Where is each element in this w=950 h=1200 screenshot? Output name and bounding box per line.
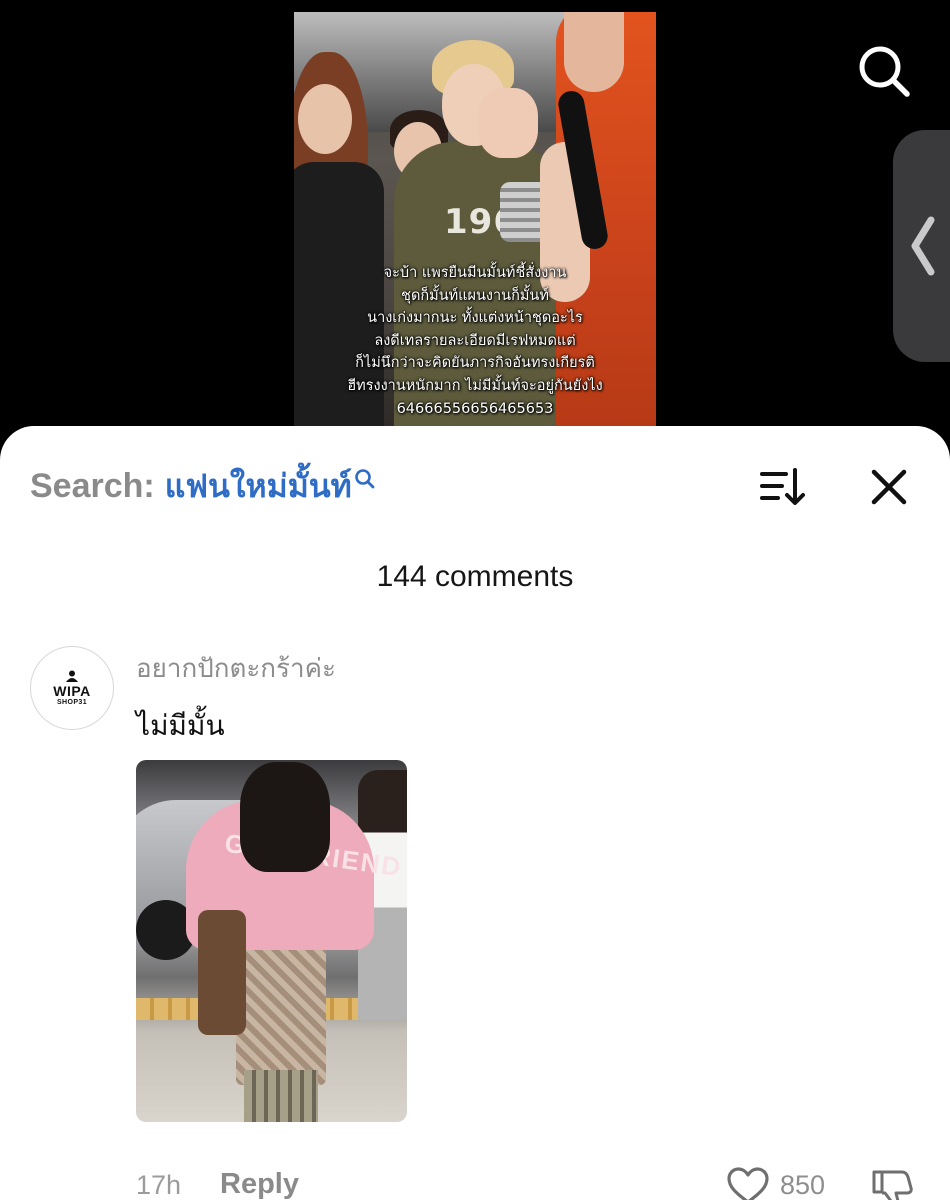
photo-hair <box>240 762 330 872</box>
avatar[interactable]: WIPA SHOP31 <box>30 646 114 730</box>
heart-icon <box>727 1167 769 1200</box>
search-label: Search: <box>30 466 155 505</box>
comment-text: ไม่มีมั้น <box>136 709 225 742</box>
avatar-sub: SHOP31 <box>56 698 88 706</box>
video-caption: จะบ้า แพรยืนมีนมั้นท์ชี้สั่งงาน ชุดก็มั้… <box>294 262 656 420</box>
caption-line: ก็ไม่นึกว่าจะคิดยันภารกิจอันทรงเกียรติ <box>355 355 595 372</box>
caption-line: นางเก่งมากนะ ทั้งแต่งหน้าชุดอะไร <box>367 310 583 327</box>
search-query[interactable]: Search: แฟนใหม่มั้นท์ <box>30 464 376 508</box>
caption-line: ฮีทรงงานหนักมาก ไม่มีมั้นท์จะอยู่กันยังไ… <box>347 377 603 394</box>
search-icon <box>859 46 910 97</box>
like-button[interactable] <box>726 1166 770 1200</box>
comment-sheet: Search: แฟนใหม่มั้นท์ 144 comments WIPA … <box>0 426 950 1200</box>
video-player[interactable]: 1966 จะบ้า แพรยืนมีนมั้นท์ชี้สั่งงาน ชุด… <box>0 0 950 440</box>
comment-photo[interactable]: GIRLFRIEND <box>136 760 407 1122</box>
reply-button[interactable]: Reply <box>220 1168 299 1200</box>
photo-bag <box>198 910 246 1035</box>
caption-line: ชุดก็มั้นท์แผนงานก็มั้นท์ <box>401 287 549 304</box>
comment-actions: 17h Reply 850 <box>136 1166 920 1200</box>
person-logo-icon <box>66 670 78 682</box>
search-term-link[interactable]: แฟนใหม่มั้นท์ <box>165 461 352 512</box>
comment-username[interactable]: อยากปักตะกร้าค่ะ <box>136 648 336 689</box>
comment-count: 144 comments <box>376 560 574 593</box>
thumbs-down-icon <box>872 1170 913 1200</box>
side-panel-toggle[interactable] <box>893 130 950 362</box>
close-button[interactable] <box>866 464 912 510</box>
sort-icon <box>760 468 805 505</box>
caption-line: 6466655665646565​3 <box>396 400 554 417</box>
chevron-left-icon <box>911 216 935 276</box>
like-count: 850 <box>780 1170 826 1200</box>
close-icon <box>871 469 907 505</box>
video-person <box>298 84 352 154</box>
dislike-button[interactable] <box>870 1166 914 1200</box>
caption-line: ลงดีเทลรายละเอียดมีเรฟหมดแต่ <box>374 332 576 349</box>
video-frame[interactable]: 1966 จะบ้า แพรยืนมีนมั้นท์ชี้สั่งงาน ชุด… <box>294 12 656 426</box>
caption-line: จะบ้า แพรยืนมีนมั้นท์ชี้สั่งงาน <box>383 265 567 281</box>
avatar-brand: WIPA <box>53 682 91 699</box>
photo-skirt <box>236 945 326 1085</box>
comment-time: 17h <box>136 1170 182 1200</box>
search-icon <box>354 469 375 489</box>
sort-button[interactable] <box>758 466 806 508</box>
photo-boots <box>244 1070 318 1122</box>
search-button[interactable] <box>852 40 914 102</box>
video-hand <box>478 88 538 158</box>
video-person <box>564 12 624 92</box>
